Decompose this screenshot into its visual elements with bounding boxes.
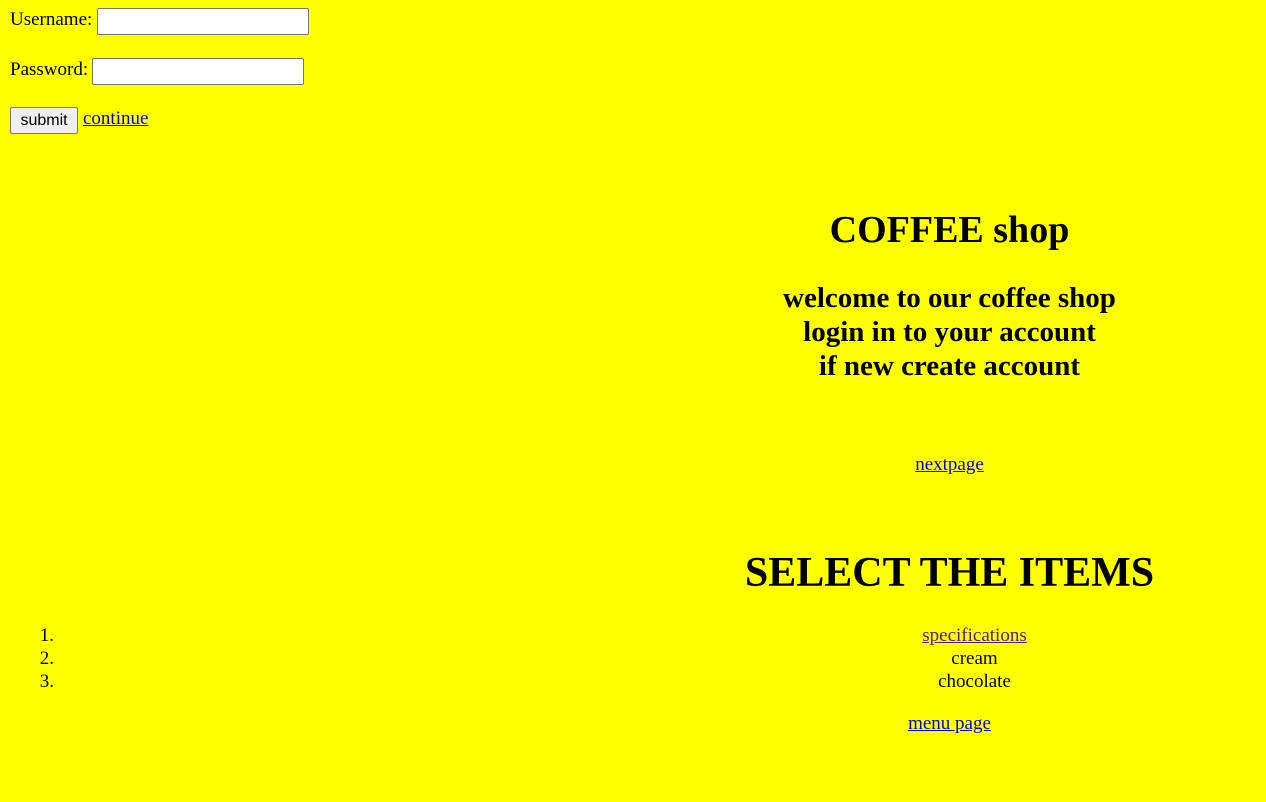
list-item-chocolate: chocolate (938, 671, 1011, 692)
menu-page-link[interactable]: menu page (908, 713, 991, 734)
select-items-title: SELECT THE ITEMS (744, 550, 1155, 596)
welcome-block: welcome to our coffee shop login in to y… (633, 281, 1266, 383)
welcome-line-3: if new create account (818, 350, 1081, 382)
continue-link[interactable]: continue (83, 108, 148, 130)
list-item-cream: cream (951, 648, 998, 669)
welcome-line-1: welcome to our coffee shop (783, 282, 1116, 314)
menu-page-wrapper: menu page (633, 713, 1266, 735)
page-title: COFFEE shop (829, 209, 1070, 251)
specifications-link[interactable]: specifications (922, 625, 1026, 646)
list-number-2: 2. (39, 648, 54, 669)
password-input[interactable] (92, 58, 304, 85)
welcome-line-2: login in to your account (803, 316, 1096, 348)
username-label: Username: (10, 9, 93, 30)
nextpage-link[interactable]: nextpage (915, 454, 984, 475)
password-label: Password: (10, 59, 89, 80)
submit-button[interactable]: submit (10, 107, 78, 134)
list-number-3: 3. (39, 671, 54, 692)
nextpage-wrapper: nextpage (633, 454, 1266, 476)
username-input[interactable] (97, 8, 309, 35)
list-item-specifications: specifications (683, 624, 1266, 647)
list-number-1: 1. (39, 625, 54, 646)
header-section: COFFEE shop (633, 208, 1266, 252)
items-section: SELECT THE ITEMS (633, 549, 1266, 597)
